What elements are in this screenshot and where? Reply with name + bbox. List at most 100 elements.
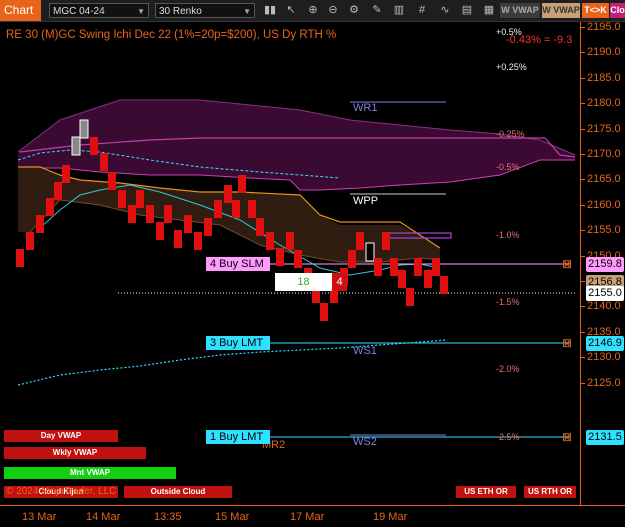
price-tick: 2185.0	[587, 71, 621, 84]
order-quantity-right[interactable]: 4	[332, 273, 347, 291]
us-eth-or-button[interactable]: US ETH OR	[456, 486, 516, 498]
bars-icon[interactable]: ▮▮	[263, 3, 277, 18]
instrument-selector[interactable]: MGC 04-24 ▼	[49, 3, 149, 18]
price-tickmark	[581, 382, 585, 384]
close-toggle[interactable]: Clo	[610, 3, 625, 18]
bull-brick	[71, 136, 81, 156]
weekly-vwap-toggle-1[interactable]: W VWAP	[500, 3, 540, 18]
bear-brick	[128, 205, 136, 223]
bear-brick	[136, 190, 144, 208]
chevron-down-icon: ▼	[243, 7, 251, 16]
price-tick: 2140.0	[587, 300, 621, 313]
chart-menu-button[interactable]: Chart	[0, 0, 41, 21]
bear-brick	[294, 250, 302, 268]
weekly-vwap-button[interactable]: Wkly VWAP	[4, 447, 146, 459]
ws1-label: WS1	[353, 345, 377, 357]
bear-brick	[108, 172, 116, 190]
price-label-last: 2155.0	[586, 286, 624, 301]
bear-brick	[36, 215, 44, 233]
interval-selector[interactable]: 30 Renko ▼	[155, 3, 255, 18]
ticker-icon[interactable]: ▦	[482, 3, 496, 18]
bear-brick	[184, 215, 192, 233]
price-label-lmt1: 2131.5	[586, 430, 624, 445]
strategy-icon[interactable]: ▥	[392, 3, 406, 18]
bear-brick	[356, 232, 364, 250]
bear-brick	[118, 190, 126, 208]
tk-toggle[interactable]: T<>K	[582, 3, 609, 18]
cancel-order-icon[interactable]: ⊠	[562, 257, 572, 271]
bear-brick	[406, 288, 414, 306]
price-tickmark	[581, 230, 585, 232]
bear-brick	[276, 248, 284, 266]
hash-icon[interactable]: #	[415, 3, 429, 18]
price-tickmark	[581, 255, 585, 257]
price-tickmark	[581, 27, 585, 28]
price-label-slm: 2159.8	[586, 257, 624, 272]
cursor-icon[interactable]: ↖	[284, 3, 298, 18]
price-tick: 2165.0	[587, 173, 621, 186]
time-tick: 13 Mar	[22, 511, 57, 523]
price-tick: 2155.0	[587, 224, 621, 237]
data-box-icon[interactable]: ▤	[460, 3, 474, 18]
bear-brick	[156, 222, 164, 240]
bear-brick	[224, 185, 232, 203]
bear-brick	[414, 258, 422, 276]
properties-icon[interactable]: ⚙	[347, 3, 361, 18]
time-tick: 14 Mar	[86, 511, 121, 523]
cancel-order-icon[interactable]: ⊠	[562, 336, 572, 350]
pct-label-minus-15: -1.5%	[496, 297, 520, 307]
bear-brick	[232, 200, 240, 218]
time-tick: 17 Mar	[290, 511, 325, 523]
pct-label-minus-025: -0.25%	[496, 129, 525, 139]
time-tick: 13:35	[154, 511, 182, 523]
pct-label-plus-025: +0.25%	[496, 62, 527, 72]
time-tick: 15 Mar	[215, 511, 250, 523]
pct-label-minus-05: -0.5%	[496, 162, 520, 172]
bear-brick	[16, 249, 24, 267]
pct-label-minus-25: -2.5%	[496, 432, 520, 442]
buy-lmt3-order[interactable]: 3 Buy LMT	[206, 336, 270, 350]
buy-lmt1-order[interactable]: 1 Buy LMT	[206, 430, 270, 444]
weekly-vwap-toggle-2[interactable]: W VWAP	[542, 3, 580, 18]
wpp-label: WPP	[353, 195, 379, 207]
bear-brick	[248, 200, 256, 218]
cancel-order-icon[interactable]: ⊠	[562, 430, 572, 444]
outside-cloud-button[interactable]: Outside Cloud	[124, 486, 232, 498]
price-tickmark	[581, 103, 585, 105]
price-tickmark	[581, 52, 585, 54]
bear-brick	[390, 258, 398, 276]
draw-icon[interactable]: ✎	[370, 3, 384, 18]
pct-label-plus-05: +0.5%	[496, 27, 522, 37]
zoom-in-icon[interactable]: ⊕	[306, 3, 320, 18]
price-tick: 2125.0	[587, 376, 621, 389]
bear-brick	[46, 198, 54, 216]
bear-brick	[214, 200, 222, 218]
bear-brick	[90, 137, 98, 155]
time-tick: 19 Mar	[373, 511, 408, 523]
price-tick: 2160.0	[587, 198, 621, 211]
bear-brick	[238, 175, 246, 193]
order-quantity-box[interactable]: 18	[275, 273, 332, 291]
bear-brick	[164, 205, 172, 223]
bull-brick	[79, 119, 89, 139]
bear-brick	[194, 232, 202, 250]
ws2-label: WS2	[353, 436, 377, 448]
instrument-value: MGC 04-24	[53, 6, 105, 17]
price-tickmark	[581, 331, 585, 333]
price-tickmark	[581, 357, 585, 359]
bear-brick	[174, 230, 182, 248]
buy-slm-order[interactable]: 4 Buy SLM	[206, 257, 270, 271]
price-tickmark	[581, 306, 585, 308]
time-axis[interactable]: 13 Mar 14 Mar 13:35 15 Mar 17 Mar 19 Mar	[0, 505, 625, 527]
bear-brick	[204, 218, 212, 236]
monthly-vwap-button[interactable]: Mnt VWAP	[4, 467, 176, 479]
indicator-icon[interactable]: ∿	[438, 3, 452, 18]
us-rth-or-button[interactable]: US RTH OR	[524, 486, 576, 498]
price-tick: 2195.0	[587, 21, 621, 33]
bear-brick	[256, 218, 264, 236]
zoom-out-icon[interactable]: ⊖	[326, 3, 340, 18]
bear-brick	[398, 270, 406, 288]
day-vwap-button[interactable]: Day VWAP	[4, 430, 118, 442]
interval-value: 30 Renko	[159, 6, 202, 17]
bear-brick	[266, 232, 274, 250]
